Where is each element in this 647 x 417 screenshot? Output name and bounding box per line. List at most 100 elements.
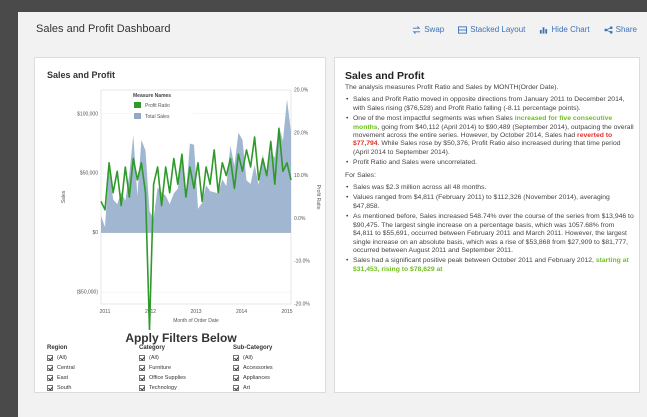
summary-list: Sales and Profit Ratio moved in opposite…: [345, 96, 635, 168]
hide-chart-button[interactable]: Hide Chart: [539, 25, 590, 34]
stacked-layout-button[interactable]: Stacked Layout: [458, 25, 525, 34]
region-option-label: Central: [57, 365, 75, 371]
checkbox-icon[interactable]: [47, 365, 53, 371]
summary-panel: Sales and Profit The analysis measures P…: [334, 57, 640, 393]
for-sales-heading: For Sales:: [345, 171, 376, 179]
share-button[interactable]: Share: [604, 25, 637, 34]
checkbox-icon[interactable]: [139, 385, 145, 391]
category-option[interactable]: Technology: [139, 383, 186, 393]
subcategory-filter-label: Sub-Category: [233, 345, 273, 351]
y2-tick-label: 10.0%: [294, 173, 309, 179]
checkbox-icon[interactable]: [47, 385, 53, 391]
legend-label-sales: Total Sales: [145, 114, 170, 120]
filters-title: Apply Filters Below: [125, 331, 237, 345]
toolbar: Swap Stacked Layout Hide Chart Share: [412, 25, 637, 34]
checkbox-icon[interactable]: [47, 355, 53, 361]
region-filter-label: Region: [47, 345, 68, 351]
y-tick-label: $100,000: [77, 111, 98, 117]
subcategory-option[interactable]: Accessories: [233, 363, 273, 373]
sales-bullet: Values ranged from $4,811 (February 2011…: [345, 194, 635, 211]
sales-bullet: As mentioned before, Sales increased 548…: [345, 213, 635, 255]
checkbox-icon[interactable]: [233, 375, 239, 381]
checkbox-icon[interactable]: [139, 375, 145, 381]
y2-tick-label: -10.0%: [294, 259, 310, 265]
subcategory-option-label: Art: [243, 385, 251, 391]
x-tick-label: 2011: [100, 309, 111, 315]
category-option-label: Technology: [149, 385, 177, 391]
bullet-text: Sales had a significant positive peak be…: [353, 257, 596, 265]
sales-bullet: Sales had a significant positive peak be…: [345, 257, 635, 274]
x-axis-title: Month of Order Date: [173, 318, 219, 324]
legend-swatch-profit: [134, 102, 141, 108]
region-filter: Region (All) Central East South: [47, 345, 75, 393]
swap-button[interactable]: Swap: [412, 25, 444, 34]
legend-label-profit: Profit Ratio: [145, 103, 170, 109]
category-option-label: Furniture: [149, 365, 172, 371]
bullet-text: . While Sales rose by $50,376, Profit Ra…: [353, 140, 621, 156]
y2-tick-label: 20.0%: [294, 88, 309, 94]
dashboard-title: Sales and Profit Dashboard: [36, 23, 171, 35]
y2-tick-label: -20.0%: [294, 302, 310, 308]
sales-bullet: Sales was $2.3 million across all 48 mon…: [345, 184, 635, 193]
subcategory-option[interactable]: Art: [233, 383, 273, 393]
checkbox-icon[interactable]: [233, 385, 239, 391]
summary-intro: The analysis measures Profit Ratio and S…: [345, 84, 559, 91]
checkbox-icon[interactable]: [139, 365, 145, 371]
legend-swatch-sales: [134, 113, 141, 119]
dashboard-frame: Sales and Profit Dashboard Swap Stacked …: [18, 12, 647, 417]
region-option[interactable]: South: [47, 383, 75, 393]
category-filter: Category (All) Furniture Office Supplies…: [139, 345, 186, 393]
category-filter-label: Category: [139, 345, 166, 351]
stacked-layout-icon: [458, 25, 468, 34]
sales-profit-chart[interactable]: $100,000 $50,000 $0 ($50,000) 20.0% 20.0% 10.0…: [35, 58, 327, 330]
y-axis-title: Sales: [61, 190, 67, 203]
sales-area: [101, 99, 291, 233]
x-tick-label: 2015: [281, 309, 292, 315]
subcategory-option[interactable]: (All): [233, 353, 273, 363]
subcategory-filter: Sub-Category (All) Accessories Appliance…: [233, 345, 273, 393]
swap-icon: [412, 25, 421, 34]
checkbox-icon[interactable]: [47, 375, 53, 381]
category-option[interactable]: (All): [139, 353, 186, 363]
category-option-label: (All): [149, 355, 159, 361]
stacked-layout-label: Stacked Layout: [470, 25, 526, 34]
y2-tick-label: 0.0%: [294, 216, 306, 222]
summary-bullet: One of the most impactful segments was w…: [345, 115, 635, 157]
region-option-label: South: [57, 385, 72, 391]
swap-label: Swap: [424, 25, 445, 34]
x-tick-label: 2014: [236, 309, 247, 315]
subcategory-option-label: Accessories: [243, 365, 273, 371]
summary-bullet: Profit Ratio and Sales were uncorrelated…: [345, 159, 635, 168]
subcategory-option-label: Appliances: [243, 375, 270, 381]
x-tick-label: 2013: [190, 309, 201, 315]
share-icon: [604, 25, 613, 34]
y-tick-label: ($50,000): [77, 290, 99, 296]
region-option[interactable]: East: [47, 373, 75, 383]
sales-list: Sales was $2.3 million across all 48 mon…: [345, 184, 635, 274]
y2-tick-label: 20.0%: [294, 130, 309, 136]
summary-title: Sales and Profit: [345, 70, 425, 82]
bullet-text: One of the most impactful segments was w…: [353, 115, 515, 123]
dashboard-header: Sales and Profit Dashboard Swap Stacked …: [18, 12, 647, 46]
region-option-label: East: [57, 375, 69, 381]
category-option[interactable]: Furniture: [139, 363, 186, 373]
category-option[interactable]: Office Supplies: [139, 373, 186, 383]
y-tick-label: $50,000: [80, 171, 98, 177]
bar-chart-icon: [540, 26, 548, 34]
checkbox-icon[interactable]: [233, 365, 239, 371]
subcategory-option-label: (All): [243, 355, 253, 361]
checkbox-icon[interactable]: [139, 355, 145, 361]
summary-bullet: Sales and Profit Ratio moved in opposite…: [345, 96, 635, 113]
category-option-label: Office Supplies: [149, 375, 186, 381]
legend-title: Measure Names: [133, 93, 171, 99]
region-option[interactable]: (All): [47, 353, 75, 363]
checkbox-icon[interactable]: [233, 355, 239, 361]
hide-chart-label: Hide Chart: [551, 25, 590, 34]
chart-panel: Sales and Profit $100,000 $50,000 $0 ($50,0…: [34, 57, 326, 393]
region-option[interactable]: Central: [47, 363, 75, 373]
y-tick-label: $0: [92, 230, 98, 236]
y2-axis-title: Profit Ratio: [315, 185, 321, 210]
summary-body: The analysis measures Profit Ratio and S…: [345, 84, 635, 278]
subcategory-option[interactable]: Appliances: [233, 373, 273, 383]
region-option-label: (All): [57, 355, 67, 361]
